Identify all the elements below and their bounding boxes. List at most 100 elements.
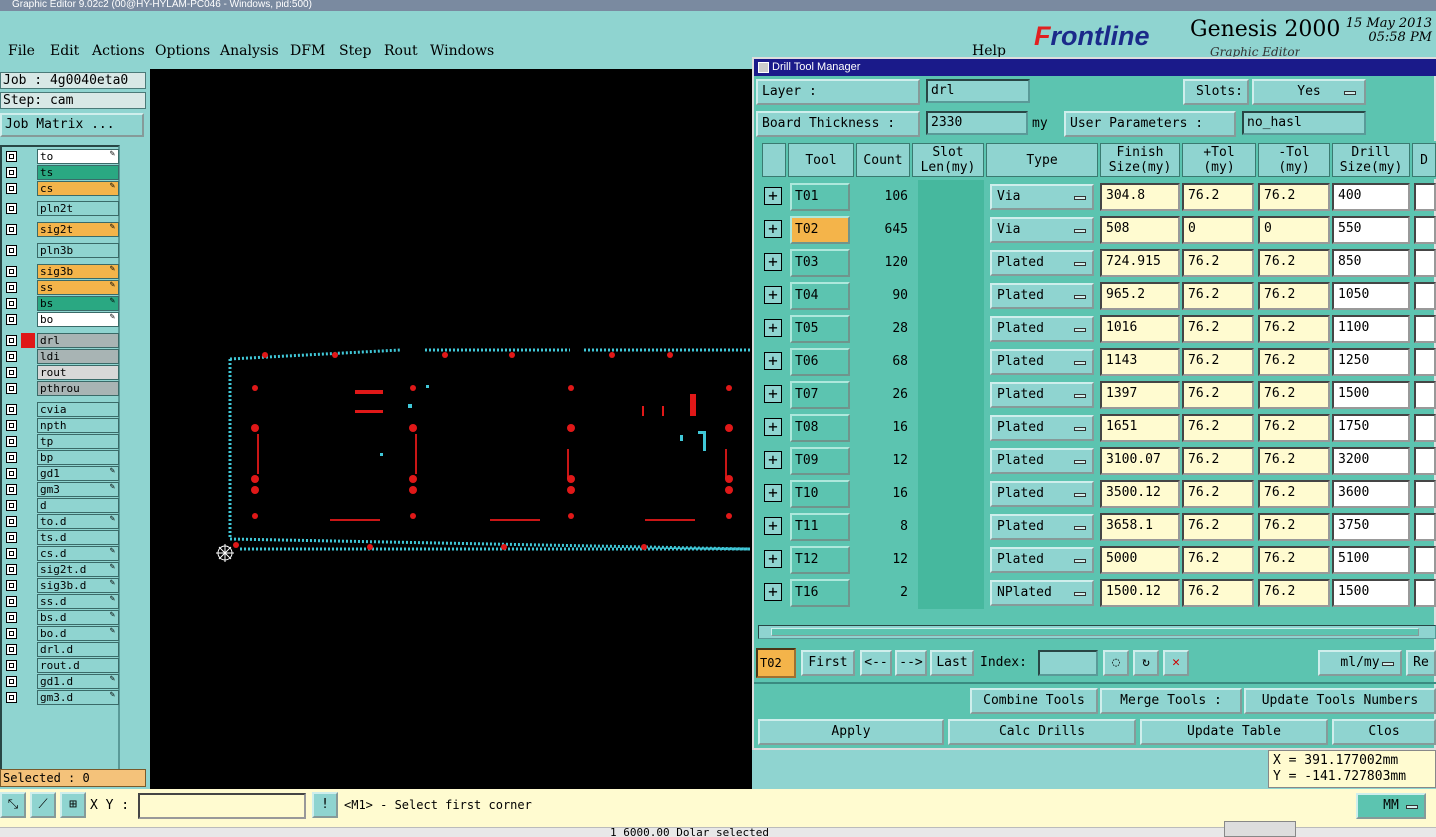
units-dropdown[interactable]: ml/my xyxy=(1318,650,1402,676)
extra-field[interactable] xyxy=(1414,216,1436,244)
lightbulb-icon[interactable]: ◌ xyxy=(1103,650,1129,676)
footer-tools[interactable] xyxy=(1224,821,1296,837)
menu-options[interactable]: Options xyxy=(155,43,210,59)
layer-row[interactable]: cs.d ✎ xyxy=(4,546,119,561)
layer-row[interactable]: pthrou xyxy=(4,381,119,396)
table-row[interactable]: + T05 28 Plated 1016 76.2 76.2 1100 xyxy=(760,312,1436,345)
layer-checkbox[interactable] xyxy=(6,266,17,277)
layer-checkbox[interactable] xyxy=(6,383,17,394)
expand-icon[interactable]: + xyxy=(764,583,782,601)
layer-checkbox[interactable] xyxy=(6,224,17,235)
tool-button[interactable]: T16 xyxy=(790,579,850,607)
layer-row[interactable]: d xyxy=(4,498,119,513)
plus-tol-field[interactable]: 0 xyxy=(1182,216,1254,244)
layer-row[interactable]: ss ✎ xyxy=(4,280,119,295)
finish-size-field[interactable]: 304.8 xyxy=(1100,183,1180,211)
dialog-titlebar[interactable]: Drill Tool Manager xyxy=(754,59,1436,76)
plus-tol-field[interactable]: 76.2 xyxy=(1182,513,1254,541)
layer-checkbox[interactable] xyxy=(6,516,17,527)
layer-checkbox[interactable] xyxy=(6,484,17,495)
update-table-button[interactable]: Update Table xyxy=(1140,719,1328,745)
type-dropdown[interactable]: Plated xyxy=(990,448,1094,474)
layer-checkbox[interactable] xyxy=(6,420,17,431)
layer-checkbox[interactable] xyxy=(6,548,17,559)
layer-row[interactable]: rout xyxy=(4,365,119,380)
tool-button[interactable]: T02 xyxy=(790,216,850,244)
finish-size-field[interactable]: 1500.12 xyxy=(1100,579,1180,607)
layer-checkbox[interactable] xyxy=(6,436,17,447)
layer-row[interactable]: bo ✎ xyxy=(4,312,119,327)
finish-size-field[interactable]: 724.915 xyxy=(1100,249,1180,277)
expand-icon[interactable]: + xyxy=(764,418,782,436)
layer-checkbox[interactable] xyxy=(6,282,17,293)
layer-row[interactable]: drl xyxy=(4,333,119,348)
layer-row[interactable]: sig2t.d ✎ xyxy=(4,562,119,577)
tool-button[interactable]: T08 xyxy=(790,414,850,442)
tool-button[interactable]: T06 xyxy=(790,348,850,376)
type-dropdown[interactable]: Plated xyxy=(990,382,1094,408)
extra-field[interactable] xyxy=(1414,183,1436,211)
menu-actions[interactable]: Actions xyxy=(92,43,145,59)
expand-icon[interactable]: + xyxy=(764,484,782,502)
layer-checkbox[interactable] xyxy=(6,532,17,543)
layer-row[interactable]: ts.d xyxy=(4,530,119,545)
drill-size-field[interactable]: 3200 xyxy=(1332,447,1410,475)
cancel-icon[interactable]: ✕ xyxy=(1163,650,1189,676)
layer-row[interactable]: bs.d ✎ xyxy=(4,610,119,625)
prev-button[interactable]: <-- xyxy=(860,650,892,676)
minus-tol-field[interactable]: 76.2 xyxy=(1258,579,1330,607)
layer-checkbox[interactable] xyxy=(6,644,17,655)
plus-tol-field[interactable]: 76.2 xyxy=(1182,414,1254,442)
layer-row[interactable]: sig3b ✎ xyxy=(4,264,119,279)
extra-field[interactable] xyxy=(1414,579,1436,607)
plus-tol-field[interactable]: 76.2 xyxy=(1182,546,1254,574)
extra-field[interactable] xyxy=(1414,315,1436,343)
type-dropdown[interactable]: Via xyxy=(990,184,1094,210)
expand-icon[interactable]: + xyxy=(764,451,782,469)
extra-field[interactable] xyxy=(1414,513,1436,541)
extra-field[interactable] xyxy=(1414,381,1436,409)
table-row[interactable]: + T06 68 Plated 1143 76.2 76.2 1250 xyxy=(760,345,1436,378)
minus-tol-field[interactable]: 76.2 xyxy=(1258,282,1330,310)
type-dropdown[interactable]: Via xyxy=(990,217,1094,243)
table-row[interactable]: + T09 12 Plated 3100.07 76.2 76.2 3200 xyxy=(760,444,1436,477)
grid-icon[interactable]: ⊞ xyxy=(60,792,86,818)
tool-button[interactable]: T04 xyxy=(790,282,850,310)
layer-checkbox[interactable] xyxy=(6,203,17,214)
type-dropdown[interactable]: Plated xyxy=(990,514,1094,540)
extra-field[interactable] xyxy=(1414,348,1436,376)
table-row[interactable]: + T08 16 Plated 1651 76.2 76.2 1750 xyxy=(760,411,1436,444)
layer-checkbox[interactable] xyxy=(6,692,17,703)
layer-row[interactable]: sig2t ✎ xyxy=(4,222,119,237)
extra-field[interactable] xyxy=(1414,480,1436,508)
layer-row[interactable]: gm3 ✎ xyxy=(4,482,119,497)
layer-checkbox[interactable] xyxy=(6,580,17,591)
drill-size-field[interactable]: 1250 xyxy=(1332,348,1410,376)
menu-analysis[interactable]: Analysis xyxy=(220,43,279,59)
expand-icon[interactable]: + xyxy=(764,319,782,337)
layer-row[interactable]: bs ✎ xyxy=(4,296,119,311)
layer-checkbox[interactable] xyxy=(6,660,17,671)
layer-row[interactable]: bo.d ✎ xyxy=(4,626,119,641)
minus-tol-field[interactable]: 0 xyxy=(1258,216,1330,244)
finish-size-field[interactable]: 5000 xyxy=(1100,546,1180,574)
finish-size-field[interactable]: 508 xyxy=(1100,216,1180,244)
extra-field[interactable] xyxy=(1414,249,1436,277)
scrollbar-thumb[interactable] xyxy=(771,628,1419,636)
drill-size-field[interactable]: 550 xyxy=(1332,216,1410,244)
layer-checkbox[interactable] xyxy=(6,596,17,607)
plus-tol-field[interactable]: 76.2 xyxy=(1182,315,1254,343)
drill-size-field[interactable]: 400 xyxy=(1332,183,1410,211)
layer-row[interactable]: pln3b xyxy=(4,243,119,258)
plus-tol-field[interactable]: 76.2 xyxy=(1182,480,1254,508)
drill-size-field[interactable]: 1050 xyxy=(1332,282,1410,310)
update-tools-numbers-button[interactable]: Update Tools Numbers xyxy=(1244,688,1436,714)
layer-checkbox[interactable] xyxy=(6,298,17,309)
finish-size-field[interactable]: 3100.07 xyxy=(1100,447,1180,475)
drill-size-field[interactable]: 850 xyxy=(1332,249,1410,277)
table-row[interactable]: + T04 90 Plated 965.2 76.2 76.2 1050 xyxy=(760,279,1436,312)
extra-field[interactable] xyxy=(1414,447,1436,475)
zoom-icon[interactable]: ⤡ xyxy=(0,792,26,818)
layer-checkbox[interactable] xyxy=(6,628,17,639)
user-parameters-button[interactable]: User Parameters : xyxy=(1064,111,1236,137)
